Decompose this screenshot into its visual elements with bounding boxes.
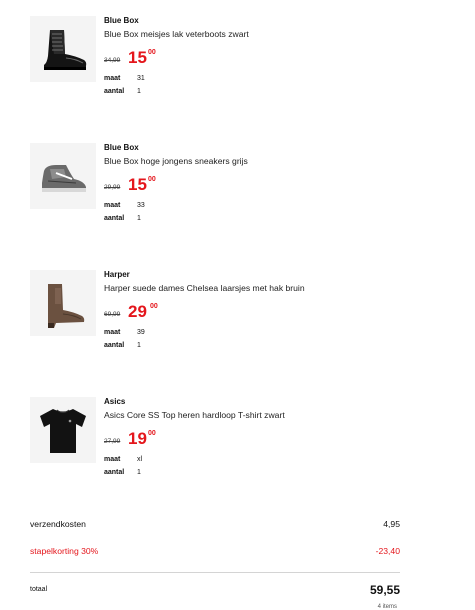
quantity-label: aantal bbox=[104, 342, 125, 349]
discount-label: stapelkorting 30% bbox=[30, 546, 99, 556]
cart-item: Asics Asics Core SS Top heren hardloop T… bbox=[30, 397, 450, 512]
size-value: xl bbox=[137, 456, 143, 463]
black-t-shirt-icon bbox=[40, 409, 86, 453]
size-row: maat xl bbox=[104, 453, 444, 466]
shipping-value: 4,95 bbox=[383, 519, 400, 529]
quantity-row: aantal 1 bbox=[104, 212, 444, 225]
sale-price-cents: 00 bbox=[148, 49, 156, 56]
product-image-t-shirt[interactable] bbox=[30, 397, 96, 463]
product-name-link[interactable]: Blue Box meisjes lak veterboots zwart bbox=[104, 28, 444, 40]
grey-sneaker-icon bbox=[42, 165, 86, 192]
size-label: maat bbox=[104, 202, 121, 209]
product-name-link[interactable]: Asics Core SS Top heren hardloop T-shirt… bbox=[104, 409, 444, 421]
cart-item: Blue Box Blue Box meisjes lak veterboots… bbox=[30, 16, 450, 131]
sale-price: 15 bbox=[128, 175, 147, 194]
price-row: 34,99 15 00 bbox=[104, 48, 444, 72]
sale-price-cents: 00 bbox=[150, 303, 158, 310]
product-brand: Blue Box bbox=[104, 143, 139, 152]
price-row: 27,99 19 00 bbox=[104, 429, 444, 453]
original-price: 29,99 bbox=[104, 184, 121, 191]
quantity-value: 1 bbox=[137, 342, 141, 349]
sale-price: 29 bbox=[128, 302, 147, 321]
product-image-boot[interactable] bbox=[30, 16, 96, 82]
sale-price: 15 bbox=[128, 48, 147, 67]
items-count: 4 items bbox=[377, 604, 397, 610]
size-value: 39 bbox=[137, 329, 145, 336]
size-row: maat 39 bbox=[104, 326, 444, 339]
quantity-label: aantal bbox=[104, 215, 125, 222]
sale-price: 19 bbox=[128, 429, 147, 448]
shipping-label: verzendkosten bbox=[30, 519, 86, 529]
total-label: totaal bbox=[30, 586, 48, 593]
quantity-row: aantal 1 bbox=[104, 339, 444, 352]
size-label: maat bbox=[104, 329, 121, 336]
original-price: 34,99 bbox=[104, 57, 121, 64]
price-row: 29,99 15 00 bbox=[104, 175, 444, 199]
product-brand: Harper bbox=[104, 270, 130, 279]
cart-item: Blue Box Blue Box hoge jongens sneakers … bbox=[30, 143, 450, 258]
quantity-row: aantal 1 bbox=[104, 85, 444, 98]
sale-price-cents: 00 bbox=[148, 430, 156, 437]
size-label: maat bbox=[104, 75, 121, 82]
size-row: maat 33 bbox=[104, 199, 444, 212]
quantity-value: 1 bbox=[137, 215, 141, 222]
original-price: 27,99 bbox=[104, 438, 121, 445]
product-name-link[interactable]: Blue Box hoge jongens sneakers grijs bbox=[104, 155, 444, 167]
order-summary-page: Blue Box Blue Box meisjes lak veterboots… bbox=[0, 0, 475, 610]
product-image-chelsea-boot[interactable] bbox=[30, 270, 96, 336]
cart-item: Harper Harper suede dames Chelsea laarsj… bbox=[30, 270, 450, 385]
sale-price-cents: 00 bbox=[148, 176, 156, 183]
brown-chelsea-boot-icon bbox=[48, 284, 85, 328]
product-brand: Blue Box bbox=[104, 16, 139, 25]
quantity-label: aantal bbox=[104, 469, 125, 476]
quantity-row: aantal 1 bbox=[104, 466, 444, 479]
size-row: maat 31 bbox=[104, 72, 444, 85]
summary-divider bbox=[30, 572, 400, 573]
original-price: 69,99 bbox=[104, 311, 121, 318]
quantity-label: aantal bbox=[104, 88, 125, 95]
quantity-value: 1 bbox=[137, 88, 141, 95]
black-patent-boot-icon bbox=[44, 30, 87, 70]
quantity-value: 1 bbox=[137, 469, 141, 476]
price-row: 69,99 29 00 bbox=[104, 302, 444, 326]
size-label: maat bbox=[104, 456, 121, 463]
size-value: 31 bbox=[137, 75, 145, 82]
size-value: 33 bbox=[137, 202, 145, 209]
product-name-link[interactable]: Harper suede dames Chelsea laarsjes met … bbox=[104, 282, 444, 294]
discount-value: -23,40 bbox=[375, 546, 400, 556]
product-image-sneaker[interactable] bbox=[30, 143, 96, 209]
total-value: 59,55 bbox=[369, 583, 400, 597]
product-brand: Asics bbox=[104, 397, 126, 406]
